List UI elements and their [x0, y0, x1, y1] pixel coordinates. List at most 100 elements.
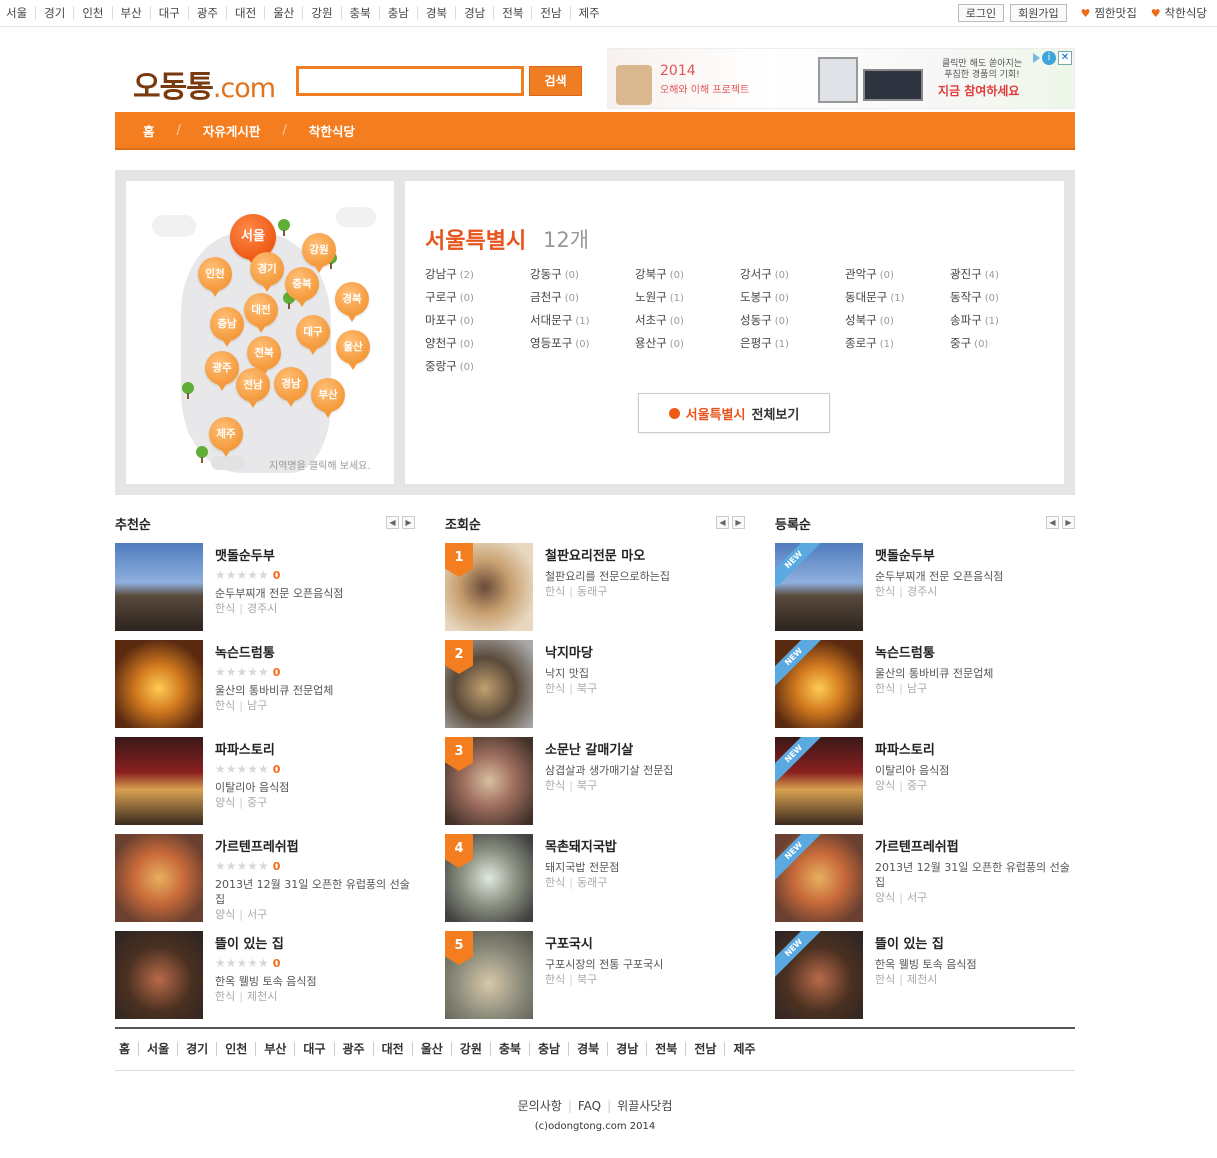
good-restaurants-link[interactable]: ♥ 착한식당	[1151, 5, 1207, 21]
nav-item[interactable]: 착한식당	[287, 121, 377, 140]
restaurant-item[interactable]: 2 낙지마당 낙지 맛집 한식 | 북구	[445, 640, 745, 728]
restaurant-item[interactable]: 5 구포국시 구포시장의 전통 구포국시 한식 | 북구	[445, 931, 745, 1019]
map-pin-14[interactable]: 부산	[311, 378, 345, 418]
restaurant-item[interactable]: 파파스토리 ★★★★★ 0 이탈리아 음식점 양식 | 중구	[115, 737, 415, 825]
footer-nav-link[interactable]: 홈	[119, 1042, 130, 1056]
footer-link[interactable]: FAQ	[578, 1099, 601, 1113]
top-region-link[interactable]: 부산	[111, 6, 150, 20]
district-link[interactable]: 강북구 (0)	[635, 267, 740, 283]
footer-nav-link[interactable]: 경북	[577, 1042, 599, 1056]
district-link[interactable]: 동작구 (0)	[950, 290, 1055, 306]
top-region-link[interactable]: 서울	[6, 6, 35, 20]
map-pin-7[interactable]: 충남	[210, 307, 244, 347]
signup-button[interactable]: 회원가입	[1010, 4, 1067, 22]
footer-nav-link[interactable]: 전남	[694, 1042, 716, 1056]
district-link[interactable]: 종로구 (1)	[845, 336, 950, 352]
prev-icon[interactable]: ◀	[1046, 516, 1059, 529]
restaurant-item[interactable]: 뜰이 있는 집 ★★★★★ 0 한옥 웰빙 토속 음식점 한식 | 제천시	[115, 931, 415, 1019]
search-button[interactable]: 검색	[529, 66, 582, 96]
prev-icon[interactable]: ◀	[386, 516, 399, 529]
search-input[interactable]	[296, 66, 524, 96]
login-button[interactable]: 로그인	[957, 4, 1005, 22]
top-region-link[interactable]: 경기	[35, 6, 73, 20]
map-pin-6[interactable]: 경북	[335, 282, 369, 322]
district-link[interactable]: 은평구 (1)	[740, 336, 845, 352]
restaurant-item[interactable]: 4 목촌돼지국밥 돼지국밥 전문점 한식 | 동래구	[445, 834, 745, 922]
district-link[interactable]: 마포구 (0)	[425, 313, 530, 329]
footer-nav-link[interactable]: 울산	[421, 1042, 443, 1056]
footer-nav-link[interactable]: 부산	[264, 1042, 286, 1056]
map-pin-11[interactable]: 광주	[205, 351, 239, 391]
footer-nav-link[interactable]: 경기	[186, 1042, 208, 1056]
view-all-button[interactable]: 서울특별시 전체보기	[638, 393, 830, 433]
top-region-link[interactable]: 경남	[455, 6, 493, 20]
prev-icon[interactable]: ◀	[716, 516, 729, 529]
district-link[interactable]: 영등포구 (0)	[530, 336, 635, 352]
district-link[interactable]: 강서구 (0)	[740, 267, 845, 283]
map-pin-4[interactable]: 충북	[285, 267, 319, 307]
district-link[interactable]: 서대문구 (1)	[530, 313, 635, 329]
footer-nav-link[interactable]: 제주	[733, 1042, 755, 1056]
restaurant-item[interactable]: NEW 가르텐프레쉬펍 2013년 12월 31일 오픈한 유럽풍의 선술집 양식 | 서…	[775, 834, 1075, 922]
restaurant-item[interactable]: NEW 뜰이 있는 집 한옥 웰빙 토속 음식점 한식 | 제천시	[775, 931, 1075, 1019]
restaurant-item[interactable]: 녹슨드럼통 ★★★★★ 0 울산의 통바비큐 전문업체 한식 | 남구	[115, 640, 415, 728]
district-link[interactable]: 광진구 (4)	[950, 267, 1055, 283]
top-region-link[interactable]: 충남	[378, 6, 417, 20]
restaurant-item[interactable]: NEW 맷돌순두부 순두부찌개 전문 오픈음식점 한식 | 경주시	[775, 543, 1075, 631]
district-link[interactable]: 용산구 (0)	[635, 336, 740, 352]
map-pin-12[interactable]: 전남	[236, 368, 270, 408]
district-link[interactable]: 구로구 (0)	[425, 290, 530, 306]
top-region-link[interactable]: 인천	[73, 6, 111, 20]
district-link[interactable]: 노원구 (1)	[635, 290, 740, 306]
footer-nav-link[interactable]: 경남	[616, 1042, 638, 1056]
footer-nav-link[interactable]: 서울	[147, 1042, 169, 1056]
restaurant-item[interactable]: NEW 녹슨드럼통 울산의 통바비큐 전문업체 한식 | 남구	[775, 640, 1075, 728]
district-link[interactable]: 강남구 (2)	[425, 267, 530, 283]
map-pin-3[interactable]: 경기	[250, 252, 284, 292]
map-pin-1[interactable]: 강원	[302, 233, 336, 273]
district-link[interactable]: 송파구 (1)	[950, 313, 1055, 329]
footer-nav-link[interactable]: 강원	[460, 1042, 482, 1056]
top-region-link[interactable]: 제주	[569, 6, 608, 20]
top-region-link[interactable]: 강원	[302, 6, 340, 20]
map-pin-9[interactable]: 울산	[336, 330, 370, 370]
district-link[interactable]: 성동구 (0)	[740, 313, 845, 329]
footer-nav-link[interactable]: 대전	[382, 1042, 404, 1056]
map-pin-10[interactable]: 전북	[247, 336, 281, 376]
restaurant-item[interactable]: 맷돌순두부 ★★★★★ 0 순두부찌개 전문 오픈음식점 한식 | 경주시	[115, 543, 415, 631]
footer-nav-link[interactable]: 충북	[499, 1042, 521, 1056]
district-link[interactable]: 강동구 (0)	[530, 267, 635, 283]
footer-link[interactable]: 위끌사닷컴	[617, 1099, 672, 1113]
favorite-restaurants-link[interactable]: ♥ 찜한맛집	[1081, 5, 1137, 21]
top-region-link[interactable]: 광주	[187, 6, 226, 20]
district-link[interactable]: 양천구 (0)	[425, 336, 530, 352]
site-logo[interactable]: 오동통.com	[133, 62, 276, 106]
district-link[interactable]: 동대문구 (1)	[845, 290, 950, 306]
footer-link[interactable]: 문의사항	[518, 1099, 562, 1113]
top-region-link[interactable]: 울산	[264, 6, 302, 20]
district-link[interactable]: 서초구 (0)	[635, 313, 740, 329]
footer-nav-link[interactable]: 광주	[343, 1042, 365, 1056]
footer-nav-link[interactable]: 대구	[303, 1042, 325, 1056]
restaurant-item[interactable]: NEW 파파스토리 이탈리아 음식점 양식 | 중구	[775, 737, 1075, 825]
map-pin-8[interactable]: 대구	[296, 315, 330, 355]
ad-choices-icon[interactable]	[1033, 53, 1040, 63]
district-link[interactable]: 성북구 (0)	[845, 313, 950, 329]
map-pin-13[interactable]: 경남	[274, 367, 308, 407]
district-link[interactable]: 금천구 (0)	[530, 290, 635, 306]
top-region-link[interactable]: 대전	[226, 6, 264, 20]
restaurant-item[interactable]: 1 철판요리전문 마오 철판요리를 전문으로하는집 한식 | 동래구	[445, 543, 745, 631]
district-link[interactable]: 관악구 (0)	[845, 267, 950, 283]
ad-info-icon[interactable]: i	[1042, 51, 1056, 65]
district-link[interactable]: 중랑구 (0)	[425, 359, 530, 375]
footer-nav-link[interactable]: 충남	[538, 1042, 560, 1056]
next-icon[interactable]: ▶	[732, 516, 745, 529]
restaurant-item[interactable]: 3 소문난 갈매기살 삼겹살과 생가매기살 전문집 한식 | 북구	[445, 737, 745, 825]
top-region-link[interactable]: 대구	[149, 6, 188, 20]
next-icon[interactable]: ▶	[402, 516, 415, 529]
footer-nav-link[interactable]: 인천	[225, 1042, 247, 1056]
footer-nav-link[interactable]: 전북	[655, 1042, 677, 1056]
map-pin-15[interactable]: 제주	[209, 417, 243, 457]
district-link[interactable]: 도봉구 (0)	[740, 290, 845, 306]
nav-item[interactable]: 자유게시판	[181, 121, 283, 140]
